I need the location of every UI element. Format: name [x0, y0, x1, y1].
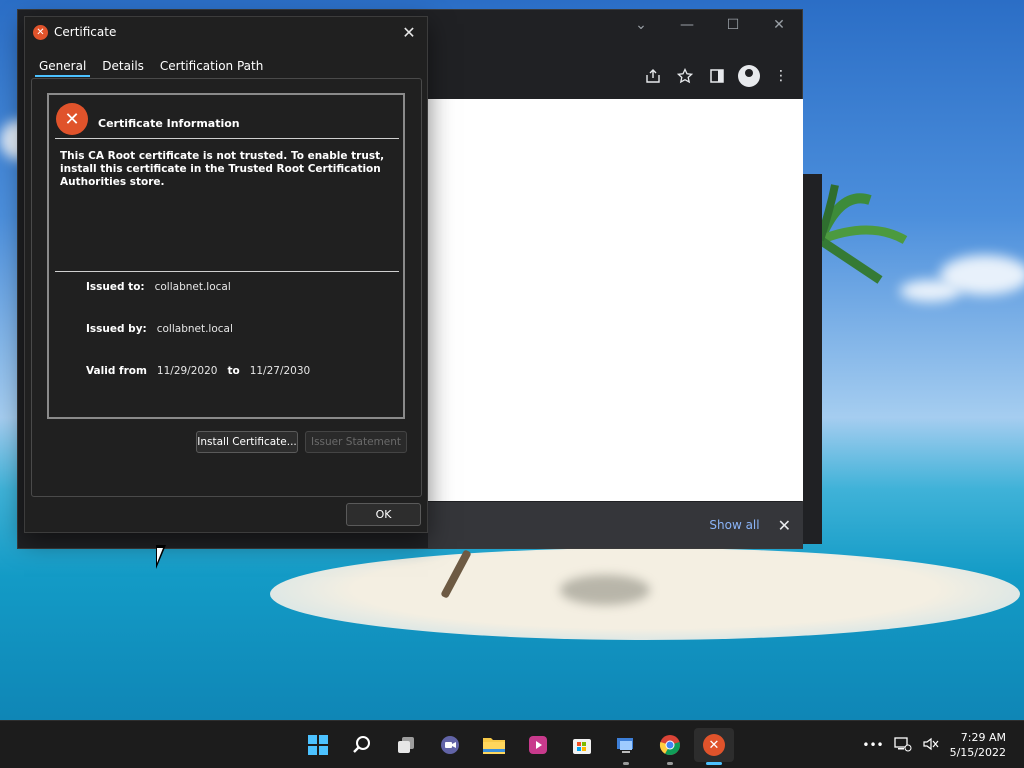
certificate-error-icon: ✕ — [33, 24, 48, 40]
mouse-cursor — [156, 545, 166, 569]
microsoft-store-icon[interactable] — [562, 728, 602, 762]
valid-to-value: 11/27/2030 — [249, 365, 311, 377]
system-tray: ••• 7:29 AM 5/15/2022 — [862, 721, 1024, 768]
issuer-statement-button[interactable]: Issuer Statement — [305, 431, 407, 453]
dialog-close-button[interactable]: ✕ — [397, 21, 421, 43]
taskbar: ✕ ••• 7:29 AM 5/15/2022 — [0, 720, 1024, 768]
tab-certification-path[interactable]: Certification Path — [156, 59, 267, 77]
restore-button[interactable]: ☐ — [710, 10, 756, 40]
background-window-edge — [803, 174, 822, 544]
minimize-button[interactable]: — — [664, 10, 710, 40]
browser-toolbar: ⋮ — [428, 56, 802, 96]
dialog-tabs: General Details Certification Path — [25, 59, 427, 77]
download-bar-close-icon[interactable]: ✕ — [778, 516, 791, 535]
browser-window-controls: ⌄ — ☐ ✕ — [618, 10, 802, 40]
clipchamp-icon[interactable] — [518, 728, 558, 762]
search-icon[interactable] — [342, 728, 382, 762]
kebab-menu-icon[interactable]: ⋮ — [770, 65, 792, 87]
untrusted-certificate-icon: ✕ — [56, 103, 88, 135]
general-tab-panel: ✕ Certificate Information This CA Root c… — [31, 78, 422, 497]
show-all-link[interactable]: Show all — [709, 518, 759, 532]
taskbar-apps: ✕ — [298, 728, 734, 765]
ok-button[interactable]: OK — [346, 503, 421, 526]
info-title: Certificate Information — [98, 117, 240, 130]
tab-general[interactable]: General — [35, 59, 91, 77]
issued-by-value: collabnet.local — [156, 323, 233, 335]
issued-by-label: Issued by: — [86, 323, 147, 335]
divider — [55, 138, 399, 139]
start-icon[interactable] — [298, 728, 338, 762]
tab-details[interactable]: Details — [98, 59, 148, 77]
certificate-info-box: ✕ Certificate Information This CA Root c… — [47, 93, 405, 419]
share-icon[interactable] — [642, 65, 664, 87]
task-view-icon[interactable] — [386, 728, 426, 762]
teams-chat-icon[interactable] — [430, 728, 470, 762]
valid-from-value: 11/29/2020 — [156, 365, 218, 377]
valid-from-label: Valid from — [86, 365, 147, 377]
issued-by-row: Issued by: collabnet.local — [86, 323, 233, 335]
clock-time: 7:29 AM — [960, 731, 1006, 744]
volume-muted-icon[interactable] — [922, 736, 940, 755]
dialog-title: Certificate — [54, 25, 117, 39]
download-bar: Show all ✕ — [428, 502, 803, 548]
divider — [55, 271, 399, 272]
trust-warning-text: This CA Root certificate is not trusted.… — [60, 150, 385, 188]
remote-desktop-icon[interactable] — [606, 728, 646, 765]
clock-date: 5/15/2022 — [949, 746, 1006, 759]
valid-to-label: to — [227, 365, 240, 377]
issued-to-value: collabnet.local — [154, 281, 231, 293]
validity-row: Valid from 11/29/2020 to 11/27/2030 — [86, 365, 310, 377]
bookmark-star-icon[interactable] — [674, 65, 696, 87]
issued-to-label: Issued to: — [86, 281, 145, 293]
network-icon[interactable] — [893, 736, 912, 755]
issued-to-row: Issued to: collabnet.local — [86, 281, 231, 293]
chrome-icon[interactable] — [650, 728, 690, 765]
browser-close-button[interactable]: ✕ — [756, 10, 802, 40]
file-explorer-icon[interactable] — [474, 728, 514, 762]
tray-overflow-icon[interactable]: ••• — [862, 738, 883, 752]
side-panel-icon[interactable] — [706, 65, 728, 87]
dialog-titlebar: ✕ Certificate — [25, 17, 427, 47]
taskbar-clock[interactable]: 7:29 AM 5/15/2022 — [950, 730, 1006, 760]
certificate-dialog: ✕ Certificate ✕ General Details Certific… — [24, 16, 428, 533]
install-certificate-button[interactable]: Install Certificate... — [196, 431, 298, 453]
browser-page-content — [428, 99, 803, 501]
chevron-down-icon[interactable]: ⌄ — [618, 10, 664, 40]
certificate-app-icon[interactable]: ✕ — [694, 728, 734, 765]
profile-avatar-icon[interactable] — [738, 65, 760, 87]
